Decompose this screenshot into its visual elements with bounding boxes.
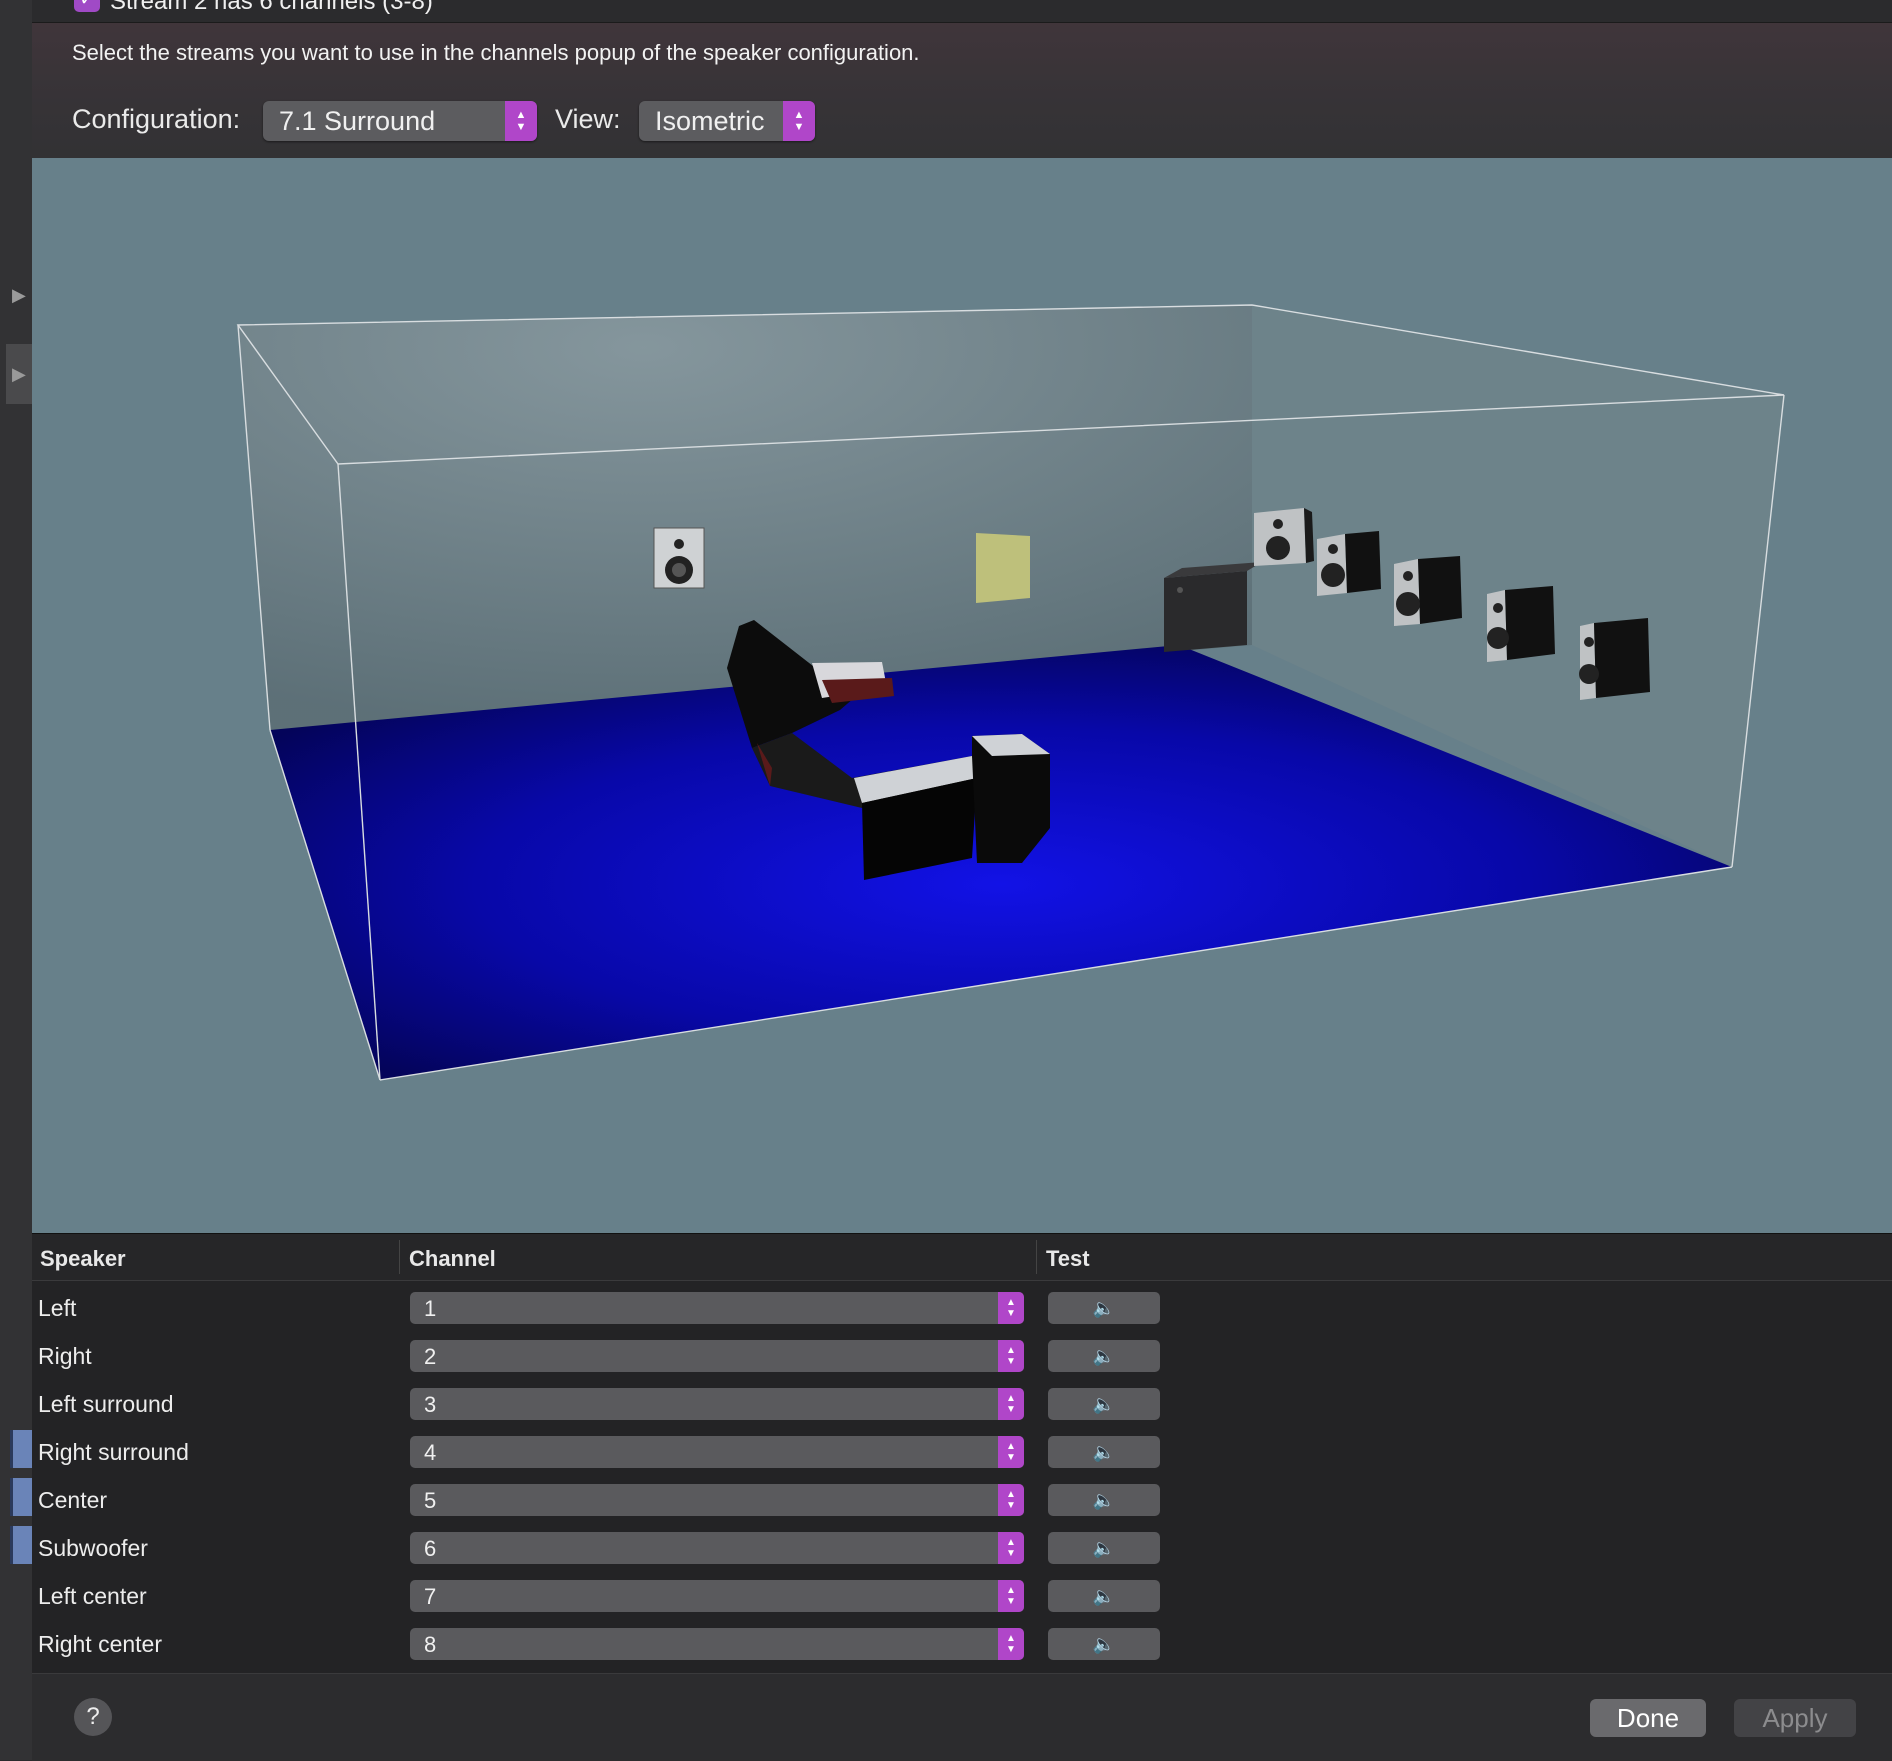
test-speaker-button[interactable]: 🔈: [1048, 1532, 1160, 1564]
speaker-name: Right surround: [38, 1439, 189, 1465]
speaker-name: Left surround: [38, 1391, 174, 1417]
test-speaker-button[interactable]: 🔈: [1048, 1580, 1160, 1612]
speaker-channel-table: Speaker Channel Test Left 1 ▲ ▼ 🔈 Right 2 ▲ ▼ 🔈 Le…: [32, 1233, 1892, 1673]
table-row: Subwoofer 6 ▲ ▼ 🔈: [32, 1525, 1892, 1573]
channel-popup[interactable]: 1 ▲ ▼: [410, 1292, 1024, 1324]
column-divider: [399, 1240, 400, 1274]
configuration-value: 7.1 Surround: [279, 106, 436, 136]
left-speaker: [653, 527, 705, 589]
channel-column-header[interactable]: Channel: [409, 1246, 496, 1272]
up-down-chevron-icon: ▲ ▼: [505, 101, 537, 141]
sheet-footer: ? Done Apply: [32, 1673, 1892, 1761]
channel-value: 7: [424, 1584, 437, 1609]
speaker-configuration-sheet: ✓ Stream 2 has 6 channels (3-8) Select t…: [32, 0, 1892, 1761]
speaker-icon: 🔈: [1092, 1489, 1116, 1510]
speaker-icon: 🔈: [1092, 1345, 1116, 1366]
column-divider: [1036, 1240, 1037, 1274]
speaker-name: Left center: [38, 1583, 147, 1609]
stream-checkbox[interactable]: ✓: [74, 0, 100, 12]
speaker-icon: 🔈: [1092, 1297, 1116, 1318]
stream-list-row: ✓ Stream 2 has 6 channels (3-8): [32, 0, 1892, 23]
done-button[interactable]: Done: [1590, 1699, 1706, 1737]
speaker-name: Center: [38, 1487, 108, 1513]
test-speaker-button[interactable]: 🔈: [1048, 1388, 1160, 1420]
up-down-chevron-icon: ▲ ▼: [783, 101, 815, 141]
instructions-text: Select the streams you want to use in th…: [72, 40, 920, 65]
table-row: Left center 7 ▲ ▼ 🔈: [32, 1573, 1892, 1621]
speaker-icon: 🔈: [1092, 1585, 1116, 1606]
speaker-icon: 🔈: [1092, 1633, 1116, 1654]
background-window-strip: ▶ ▶: [0, 0, 36, 1760]
apply-button[interactable]: Apply: [1734, 1699, 1856, 1737]
up-down-chevron-icon: ▲ ▼: [998, 1292, 1024, 1324]
speaker-icon: 🔈: [1092, 1537, 1116, 1558]
channel-popup[interactable]: 7 ▲ ▼: [410, 1580, 1024, 1612]
timeline-clip: [10, 1526, 33, 1564]
channel-popup[interactable]: 4 ▲ ▼: [410, 1436, 1024, 1468]
speaker-3d-view[interactable]: [32, 158, 1892, 1233]
speaker-column-header[interactable]: Speaker: [40, 1246, 126, 1272]
table-row: Center 5 ▲ ▼ 🔈: [32, 1477, 1892, 1525]
center-speaker-marker: [976, 533, 1030, 603]
channel-popup[interactable]: 5 ▲ ▼: [410, 1484, 1024, 1516]
table-header: Speaker Channel Test: [32, 1233, 1892, 1281]
channel-value: 6: [424, 1536, 437, 1561]
channel-popup[interactable]: 2 ▲ ▼: [410, 1340, 1024, 1372]
right-speaker-5: [1579, 618, 1650, 700]
sheet-header: ✓ Stream 2 has 6 channels (3-8) Select t…: [32, 0, 1892, 159]
test-column-header[interactable]: Test: [1046, 1246, 1090, 1272]
channel-value: 1: [424, 1296, 437, 1321]
test-speaker-button[interactable]: 🔈: [1048, 1292, 1160, 1324]
right-speaker-1: [1254, 508, 1314, 566]
right-speaker-2: [1317, 531, 1381, 596]
table-row: Left surround 3 ▲ ▼ 🔈: [32, 1381, 1892, 1429]
up-down-chevron-icon: ▲ ▼: [998, 1628, 1024, 1660]
speaker-name: Left: [38, 1295, 77, 1321]
channel-popup[interactable]: 6 ▲ ▼: [410, 1532, 1024, 1564]
channel-value: 8: [424, 1632, 437, 1657]
view-value: Isometric: [655, 106, 765, 136]
table-row: Right surround 4 ▲ ▼ 🔈: [32, 1429, 1892, 1477]
configuration-popup[interactable]: 7.1 Surround ▲ ▼: [263, 101, 537, 141]
up-down-chevron-icon: ▲ ▼: [998, 1484, 1024, 1516]
view-label: View:: [555, 104, 621, 134]
configuration-label: Configuration:: [72, 104, 241, 134]
up-down-chevron-icon: ▲ ▼: [998, 1436, 1024, 1468]
speaker-name: Subwoofer: [38, 1535, 148, 1561]
channel-popup[interactable]: 8 ▲ ▼: [410, 1628, 1024, 1660]
channel-popup[interactable]: 3 ▲ ▼: [410, 1388, 1024, 1420]
up-down-chevron-icon: ▲ ▼: [998, 1340, 1024, 1372]
up-down-chevron-icon: ▲ ▼: [998, 1388, 1024, 1420]
table-row: Right 2 ▲ ▼ 🔈: [32, 1333, 1892, 1381]
right-speaker-3: [1394, 556, 1462, 626]
up-down-chevron-icon: ▲ ▼: [998, 1532, 1024, 1564]
channel-value: 4: [424, 1440, 437, 1465]
channel-value: 2: [424, 1344, 437, 1369]
stream-label: Stream 2 has 6 channels (3-8): [110, 0, 433, 15]
timeline-clip: [10, 1478, 33, 1516]
speaker-icon: 🔈: [1092, 1393, 1116, 1414]
view-popup[interactable]: Isometric ▲ ▼: [639, 101, 815, 141]
up-down-chevron-icon: ▲ ▼: [998, 1580, 1024, 1612]
speaker-name: Right center: [38, 1631, 163, 1657]
test-speaker-button[interactable]: 🔈: [1048, 1628, 1160, 1660]
channel-value: 5: [424, 1488, 437, 1513]
right-speaker-4: [1487, 586, 1555, 662]
test-speaker-button[interactable]: 🔈: [1048, 1484, 1160, 1516]
channel-value: 3: [424, 1392, 437, 1417]
timeline-clip: [10, 1430, 33, 1468]
table-row: Right center 8 ▲ ▼ 🔈: [32, 1621, 1892, 1669]
help-button[interactable]: ?: [74, 1698, 112, 1736]
speaker-name: Right: [38, 1343, 92, 1369]
test-speaker-button[interactable]: 🔈: [1048, 1436, 1160, 1468]
speaker-icon: 🔈: [1092, 1441, 1116, 1462]
table-row: Left 1 ▲ ▼ 🔈: [32, 1285, 1892, 1333]
test-speaker-button[interactable]: 🔈: [1048, 1340, 1160, 1372]
